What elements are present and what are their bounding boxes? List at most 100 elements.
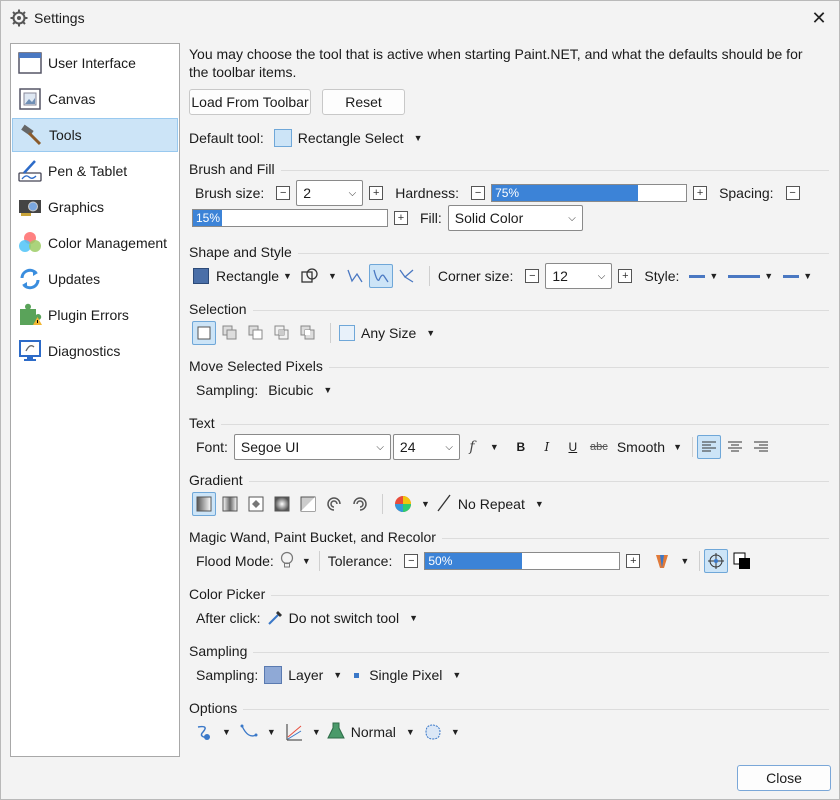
color-mode-icon[interactable] xyxy=(391,492,415,516)
chevron-down-icon[interactable]: ▼ xyxy=(312,727,321,737)
chevron-down-icon[interactable]: ▼ xyxy=(328,271,337,281)
selection-exclude-icon[interactable] xyxy=(244,321,268,345)
reset-button[interactable]: Reset xyxy=(322,89,405,115)
blend-mode-dropdown[interactable]: Normal ▼ xyxy=(326,722,421,743)
chevron-down-icon[interactable]: ▼ xyxy=(764,271,773,281)
curve-icon[interactable] xyxy=(237,720,261,744)
move-sampling-label: Sampling: xyxy=(196,382,259,398)
chevron-down-icon[interactable]: ▼ xyxy=(709,271,718,281)
sidebar-item-plugin-errors[interactable]: Plugin Errors xyxy=(12,298,178,332)
repeat-mode-dropdown[interactable]: No Repeat ▼ xyxy=(436,494,550,515)
spacing-decrease-button[interactable]: − xyxy=(785,186,800,200)
hardness-increase-button[interactable]: + xyxy=(693,186,708,200)
underline-button[interactable]: U xyxy=(561,435,585,459)
close-button[interactable]: Close xyxy=(737,765,831,791)
chevron-down-icon[interactable]: ▼ xyxy=(680,556,689,566)
spacing-increase-button[interactable]: + xyxy=(394,211,408,225)
hardness-slider[interactable]: 75% xyxy=(491,184,688,202)
reflected-gradient-icon[interactable] xyxy=(218,492,242,516)
radial-gradient-icon[interactable] xyxy=(270,492,294,516)
section-color-picker: Color Picker xyxy=(189,585,829,603)
sampling-size-dropdown[interactable]: Single Pixel ▼ xyxy=(354,667,467,683)
sample-image-icon[interactable] xyxy=(704,549,729,573)
bold-button[interactable]: B xyxy=(509,435,533,459)
puzzle-warning-icon xyxy=(17,302,43,328)
fill-combo[interactable]: Solid Color ⌵ xyxy=(447,205,583,231)
tolerance-mode-icon[interactable] xyxy=(650,549,674,573)
sidebar-item-pen-tablet[interactable]: Pen & Tablet xyxy=(12,154,178,188)
tolerance-slider[interactable]: 50% xyxy=(424,552,621,570)
move-sampling-dropdown[interactable]: Bicubic ▼ xyxy=(268,382,338,398)
tolerance-increase-button[interactable]: + xyxy=(626,554,641,568)
chevron-down-icon[interactable]: ▼ xyxy=(451,727,460,737)
chevron-down-icon[interactable]: ▼ xyxy=(222,727,231,737)
font-label: Font: xyxy=(196,439,228,455)
selection-xor-icon[interactable] xyxy=(296,321,320,345)
selection-replace-icon[interactable] xyxy=(192,321,216,345)
sidebar-item-graphics[interactable]: Graphics xyxy=(12,190,178,224)
sidebar-item-color-management[interactable]: Color Management xyxy=(12,226,178,260)
cap-style-icon[interactable] xyxy=(783,274,800,278)
selection-intersect-icon[interactable] xyxy=(270,321,294,345)
repeat-mode-icon xyxy=(436,494,452,515)
brush-size-decrease-button[interactable]: − xyxy=(276,186,291,200)
curved-segments-icon[interactable] xyxy=(395,264,419,288)
font-size-combo[interactable]: 24 ⌵ xyxy=(392,434,460,460)
selection-size-value: Any Size xyxy=(361,325,417,341)
diamond-gradient-icon[interactable] xyxy=(244,492,268,516)
shape-combine-icon[interactable] xyxy=(298,264,322,288)
corner-size-combo[interactable]: 12 ⌵ xyxy=(545,263,613,289)
chevron-down-icon[interactable]: ▼ xyxy=(490,442,499,452)
corner-size-decrease-button[interactable]: − xyxy=(525,269,540,283)
spiral-cw-gradient-icon[interactable] xyxy=(322,492,346,516)
selection-union-icon[interactable] xyxy=(218,321,242,345)
divider xyxy=(328,366,829,368)
align-left-icon[interactable] xyxy=(697,435,721,459)
font-fallback-icon[interactable]: f xyxy=(460,435,484,459)
default-tool-dropdown[interactable]: Rectangle Select ▼ xyxy=(270,129,429,147)
chevron-down-icon[interactable]: ▼ xyxy=(267,727,276,737)
antialiasing-icon[interactable] xyxy=(192,720,216,744)
dash-style-icon[interactable] xyxy=(689,274,706,278)
strikethrough-button[interactable]: abc xyxy=(587,435,611,459)
corner-size-increase-button[interactable]: + xyxy=(618,269,633,283)
antialiasing-dropdown[interactable]: Smooth ▼ xyxy=(617,439,688,455)
hardness-decrease-button[interactable]: − xyxy=(471,186,486,200)
load-from-toolbar-button[interactable]: Load From Toolbar xyxy=(189,89,311,115)
italic-button[interactable]: I xyxy=(535,435,559,459)
tolerance-decrease-button[interactable]: − xyxy=(404,554,419,568)
linear-gradient-icon[interactable] xyxy=(192,492,216,516)
sidebar-item-user-interface[interactable]: User Interface xyxy=(12,46,178,80)
sidebar-item-label: Tools xyxy=(49,127,82,143)
brush-size-increase-button[interactable]: + xyxy=(369,186,384,200)
sidebar-item-label: Updates xyxy=(48,271,101,287)
spiral-ccw-gradient-icon[interactable] xyxy=(348,492,372,516)
spacing-slider[interactable]: 15% xyxy=(192,209,388,227)
align-center-icon[interactable] xyxy=(723,435,747,459)
flood-mode-dropdown[interactable]: ▼ xyxy=(280,551,317,572)
selection-size-dropdown[interactable]: Any Size ▼ xyxy=(339,325,441,341)
after-click-dropdown[interactable]: Do not switch tool ▼ xyxy=(267,608,424,629)
sharp-corners-icon[interactable] xyxy=(343,264,367,288)
font-combo[interactable]: Segoe UI ⌵ xyxy=(233,434,391,460)
chevron-down-icon[interactable]: ▼ xyxy=(421,499,430,509)
spacing-value: 15% xyxy=(196,211,221,225)
line-width-icon[interactable] xyxy=(728,274,761,278)
chart-lines-icon[interactable] xyxy=(282,720,306,744)
sampling-source-dropdown[interactable]: Layer ▼ xyxy=(264,666,348,684)
chevron-down-icon[interactable]: ▼ xyxy=(803,271,812,281)
shape-row: Rectangle ▼ ▼ Corner size: − 12 ⌵ + Style… xyxy=(193,263,818,289)
shape-type-dropdown[interactable]: Rectangle ▼ xyxy=(193,268,298,284)
lasso-mode-icon[interactable] xyxy=(421,720,445,744)
align-right-icon[interactable] xyxy=(749,435,773,459)
brush-size-combo[interactable]: 2 ⌵ xyxy=(296,180,364,206)
corner-size-label: Corner size: xyxy=(437,268,514,284)
sidebar-item-updates[interactable]: Updates xyxy=(12,262,178,296)
sidebar-item-canvas[interactable]: Canvas xyxy=(12,82,178,116)
close-window-button[interactable]: ✕ xyxy=(807,7,831,29)
rounded-corners-icon[interactable] xyxy=(368,264,393,288)
sidebar-item-tools[interactable]: Tools xyxy=(12,118,178,152)
sample-layer-icon[interactable] xyxy=(730,549,754,573)
conical-gradient-icon[interactable] xyxy=(296,492,320,516)
sidebar-item-diagnostics[interactable]: Diagnostics xyxy=(12,334,178,368)
